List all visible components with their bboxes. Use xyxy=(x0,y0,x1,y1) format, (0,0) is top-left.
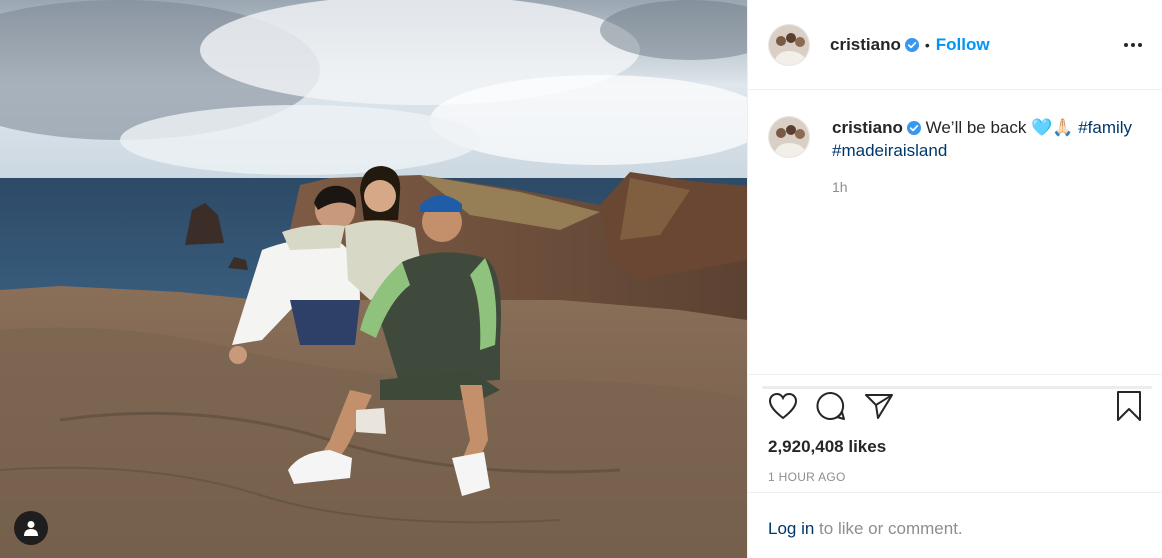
caption-text-block: cristiano We’ll be back 🩵🙏🏻 #family #mad… xyxy=(832,116,1142,199)
post-image xyxy=(0,0,747,558)
user-tag-icon xyxy=(24,521,38,536)
verified-badge-icon xyxy=(904,37,919,52)
hashtag-madeiraisland[interactable]: #madeiraisland xyxy=(832,141,947,160)
more-options-icon[interactable] xyxy=(1124,42,1142,47)
login-prompt: Log in to like or comment. xyxy=(748,492,1162,558)
post-timestamp[interactable]: 1 HOUR AGO xyxy=(768,470,1142,484)
login-prompt-text: to like or comment. xyxy=(814,519,963,538)
caption-avatar[interactable] xyxy=(768,116,810,158)
post-details-panel: cristiano • Follow cristiano We’ll be ba… xyxy=(747,0,1162,558)
header-separator: • xyxy=(924,36,930,53)
comment-icon[interactable] xyxy=(816,391,846,421)
login-link[interactable]: Log in xyxy=(768,519,814,538)
likes-count[interactable]: 2,920,408 likes xyxy=(768,437,1142,457)
bookmark-icon[interactable] xyxy=(1116,390,1142,422)
caption-time[interactable]: 1h xyxy=(832,176,1142,199)
verified-badge-icon xyxy=(906,121,921,135)
post-photo[interactable] xyxy=(0,0,747,558)
user-tag-button[interactable] xyxy=(14,511,48,545)
post-actions: 2,920,408 likes 1 HOUR AGO xyxy=(748,374,1162,492)
author-avatar[interactable] xyxy=(768,23,810,66)
heart-icon[interactable] xyxy=(768,392,798,420)
author-username[interactable]: cristiano xyxy=(830,35,901,55)
caption-emoji: 🩵🙏🏻 xyxy=(1031,118,1074,137)
follow-button[interactable]: Follow xyxy=(936,35,990,55)
hashtag-family[interactable]: #family xyxy=(1078,118,1132,137)
paper-plane-icon[interactable] xyxy=(864,392,894,420)
caption-area: cristiano We’ll be back 🩵🙏🏻 #family #mad… xyxy=(748,90,1162,389)
caption-body: We’ll be back xyxy=(925,118,1027,137)
caption-username[interactable]: cristiano xyxy=(832,118,903,137)
post-header: cristiano • Follow xyxy=(748,0,1162,90)
